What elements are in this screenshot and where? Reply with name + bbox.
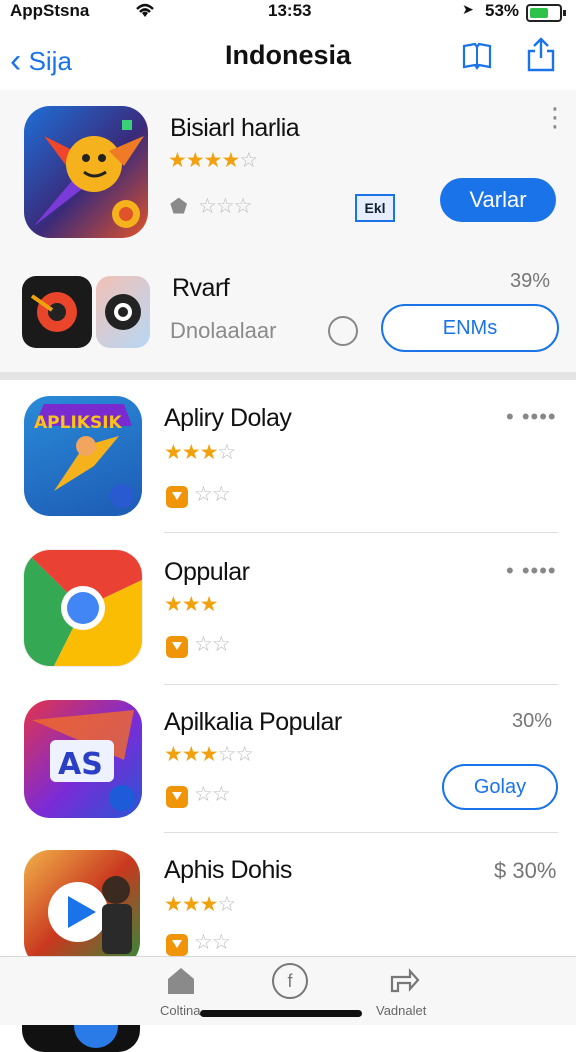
secondary-stars: ☆☆ bbox=[194, 931, 231, 954]
home-indicator bbox=[200, 1010, 362, 1017]
price-label: $ 30% bbox=[494, 858, 557, 883]
secondary-stars: ☆☆ bbox=[194, 483, 231, 506]
battery-icon bbox=[526, 4, 566, 22]
more-options-icon[interactable]: ⋮ bbox=[542, 104, 569, 130]
row-separator bbox=[164, 532, 558, 533]
location-icon: ➤ bbox=[462, 1, 474, 17]
app-icon[interactable]: APLIKSIK bbox=[24, 396, 142, 516]
get-button[interactable]: Varlar bbox=[440, 178, 556, 222]
compass-icon[interactable]: f bbox=[272, 963, 308, 999]
app-icon-browser[interactable] bbox=[24, 550, 142, 666]
badge-icon bbox=[166, 934, 188, 956]
rating-badge-icon: ⬟ bbox=[170, 196, 188, 218]
app-icon-game[interactable] bbox=[24, 106, 148, 238]
rating-stars: ★★★☆☆ bbox=[164, 743, 254, 766]
app-name[interactable]: Oppular bbox=[164, 558, 250, 587]
get-button-outline[interactable]: ENMs bbox=[381, 304, 559, 352]
section-divider bbox=[0, 372, 576, 380]
app-name[interactable]: Apliry Dolay bbox=[164, 404, 292, 433]
loading-icon bbox=[328, 316, 358, 346]
more-options-icon[interactable]: • •••• bbox=[506, 558, 557, 584]
featured-section: Bisiarl harlia ⋮ ★★★★☆ ⬟ ☆☆☆ Ekl Varlar … bbox=[0, 90, 576, 372]
rating-stars: ★★★☆ bbox=[164, 441, 236, 464]
secondary-stars: ☆☆ bbox=[194, 783, 231, 806]
rating-stars: ★★★★☆ bbox=[168, 149, 258, 172]
status-bar: AppStsna 13:53 ➤ 53% bbox=[0, 0, 576, 26]
progress-percent: 30% bbox=[512, 710, 553, 732]
app-icon-video[interactable] bbox=[24, 850, 140, 968]
navigation-bar: ‹ Sija Indonesia bbox=[0, 26, 576, 90]
book-icon[interactable] bbox=[462, 42, 492, 70]
tab-label[interactable]: Coltina bbox=[160, 1003, 200, 1018]
app-name[interactable]: Bisiarl harlia bbox=[170, 114, 300, 143]
app-name[interactable]: Aphis Dohis bbox=[164, 856, 292, 885]
tab-label[interactable]: Vadnalet bbox=[376, 1003, 426, 1018]
wifi-icon bbox=[134, 2, 156, 22]
app-icon-lens[interactable] bbox=[96, 276, 150, 348]
progress-percent: 39% bbox=[510, 270, 551, 292]
app-icon[interactable]: AS bbox=[24, 700, 142, 818]
app-icon-camera[interactable] bbox=[22, 276, 92, 348]
row-separator bbox=[164, 684, 558, 685]
icon-wordmark: APLIKSIK bbox=[34, 413, 123, 433]
share-arrow-icon[interactable] bbox=[386, 963, 422, 997]
app-name[interactable]: Rvarf bbox=[172, 274, 230, 303]
meta-tag: Ekl bbox=[355, 194, 395, 222]
get-button-outline[interactable]: Golay bbox=[442, 764, 558, 810]
app-subtitle: Dnolaalaar bbox=[170, 318, 277, 343]
rating-stars: ★★★☆ bbox=[164, 893, 236, 916]
badge-icon bbox=[166, 486, 188, 508]
secondary-stars: ☆☆☆ bbox=[198, 195, 252, 218]
app-name[interactable]: Apilkalia Popular bbox=[164, 708, 342, 737]
rating-stars: ★★★☆ bbox=[164, 593, 218, 616]
house-icon[interactable] bbox=[164, 963, 198, 997]
row-separator bbox=[164, 832, 558, 833]
icon-wordmark: AS bbox=[58, 747, 103, 782]
clock: 13:53 bbox=[268, 1, 312, 20]
badge-icon bbox=[166, 786, 188, 808]
battery-percent: 53% bbox=[485, 1, 520, 20]
badge-icon bbox=[166, 636, 188, 658]
secondary-stars: ☆☆ bbox=[194, 633, 231, 656]
carrier-label: AppStsna bbox=[10, 1, 90, 20]
more-options-icon[interactable]: • •••• bbox=[506, 404, 557, 430]
share-icon[interactable] bbox=[526, 36, 556, 72]
